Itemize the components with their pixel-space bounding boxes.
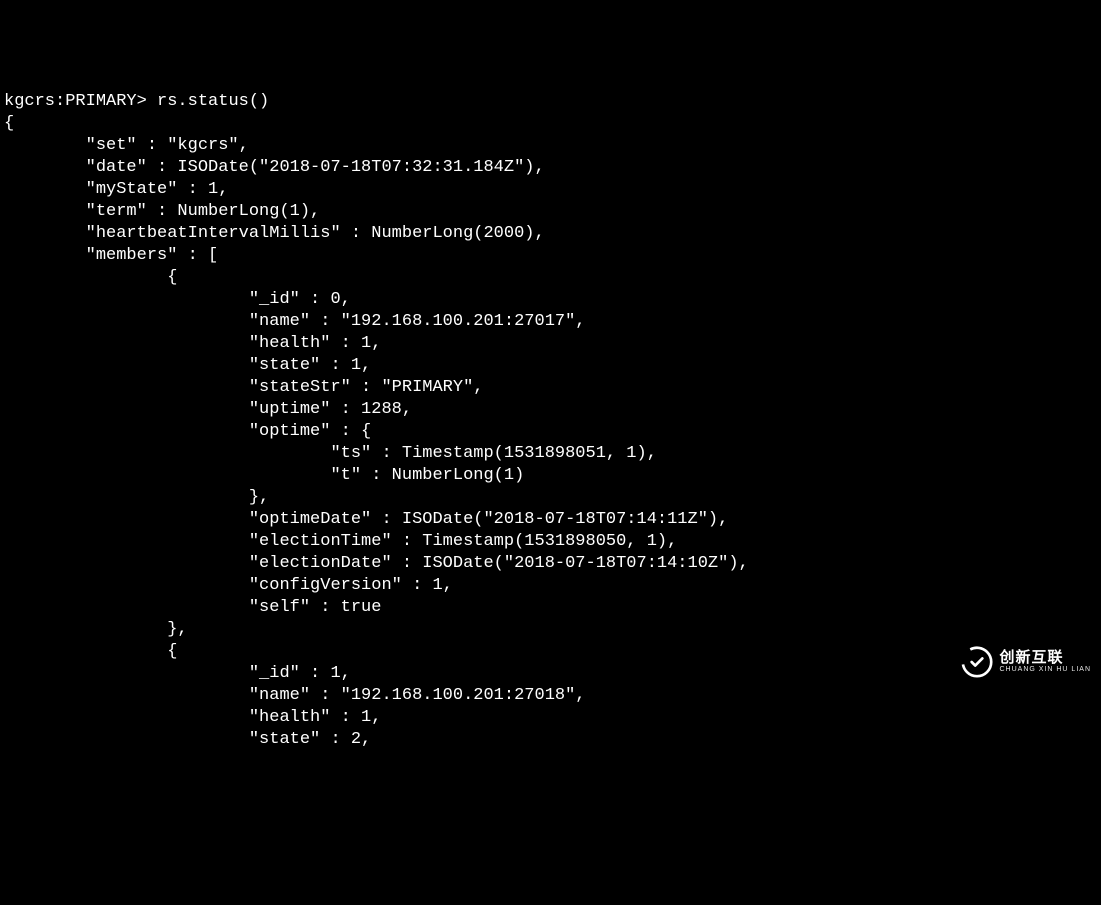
output-line: "set" : "kgcrs", xyxy=(4,136,249,155)
output-line: "electionTime" : Timestamp(1531898050, 1… xyxy=(4,532,677,551)
output-line: "heartbeatIntervalMillis" : NumberLong(2… xyxy=(4,224,545,243)
output-line: "uptime" : 1288, xyxy=(4,400,412,419)
output-line: "ts" : Timestamp(1531898051, 1), xyxy=(4,444,657,463)
output-line: "electionDate" : ISODate("2018-07-18T07:… xyxy=(4,554,749,573)
prompt-prefix: kgcrs:PRIMARY> xyxy=(4,92,157,111)
output-line: "_id" : 1, xyxy=(4,664,351,683)
output-line: "myState" : 1, xyxy=(4,180,228,199)
output-line: "self" : true xyxy=(4,598,381,617)
output-line: }, xyxy=(4,488,269,507)
watermark-sub-text: CHUANG XIN HU LIAN xyxy=(999,666,1091,674)
output-line: }, xyxy=(4,620,188,639)
output-line: "_id" : 0, xyxy=(4,290,351,309)
output-line: "optime" : { xyxy=(4,422,371,441)
output-line: "date" : ISODate("2018-07-18T07:32:31.18… xyxy=(4,158,545,177)
output-line: "state" : 2, xyxy=(4,730,371,749)
output-line: "t" : NumberLong(1) xyxy=(4,466,524,485)
command-input[interactable]: rs.status() xyxy=(157,92,269,111)
output-line: { xyxy=(4,642,177,661)
output-line: "name" : "192.168.100.201:27017", xyxy=(4,312,586,331)
output-line: "term" : NumberLong(1), xyxy=(4,202,320,221)
output-line: "state" : 1, xyxy=(4,356,371,375)
watermark-main-text: 创新互联 xyxy=(999,650,1091,667)
output-line: "health" : 1, xyxy=(4,708,381,727)
output-line: "members" : [ xyxy=(4,246,218,265)
output-line: "stateStr" : "PRIMARY", xyxy=(4,378,483,397)
output-line: "optimeDate" : ISODate("2018-07-18T07:14… xyxy=(4,510,728,529)
watermark-logo-icon xyxy=(961,646,993,678)
output-line: "configVersion" : 1, xyxy=(4,576,453,595)
terminal-output: kgcrs:PRIMARY> rs.status() { "set" : "kg… xyxy=(4,91,1097,751)
output-line: "name" : "192.168.100.201:27018", xyxy=(4,686,586,705)
output-line: { xyxy=(4,114,14,133)
watermark: 创新互联 CHUANG XIN HU LIAN xyxy=(961,646,1091,678)
output-line: { xyxy=(4,268,177,287)
output-line: "health" : 1, xyxy=(4,334,381,353)
